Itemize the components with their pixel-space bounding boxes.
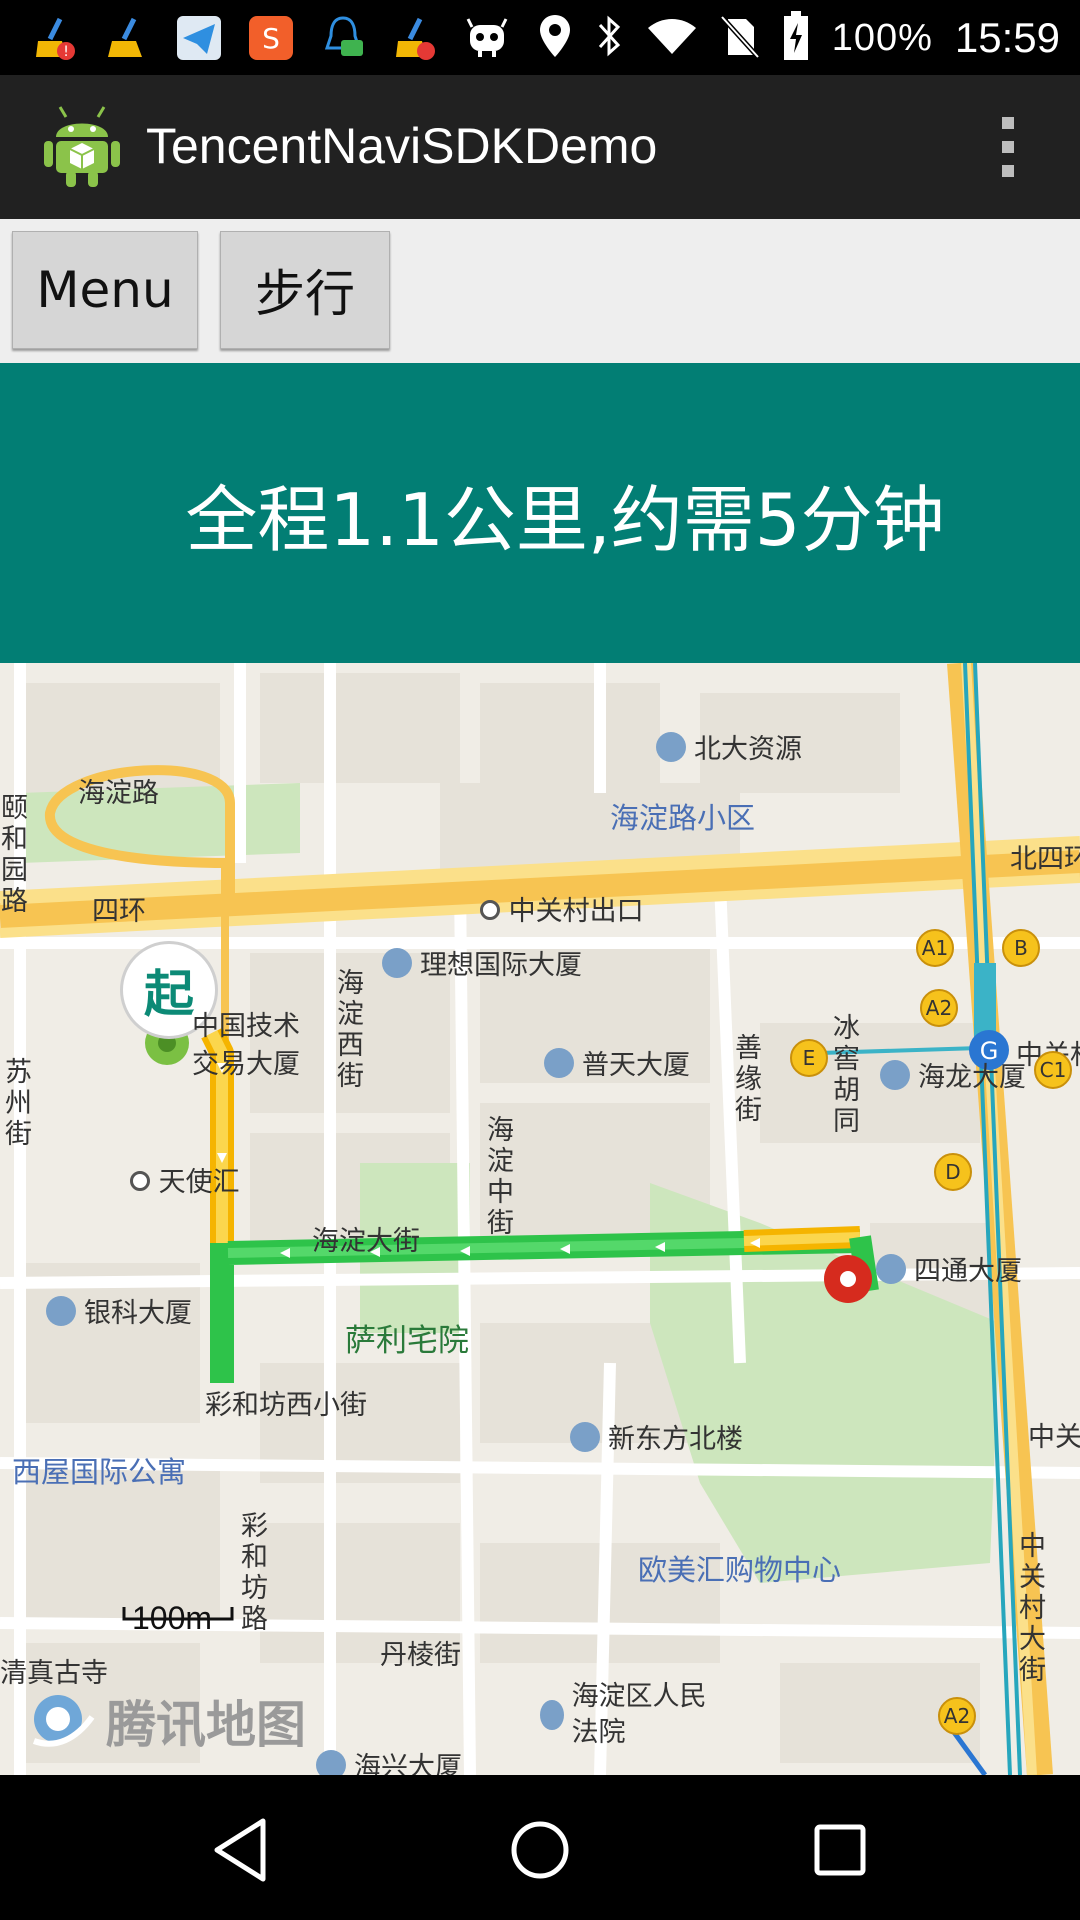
- road-label-shanyuan-st: 善缘街: [730, 1033, 761, 1126]
- metro-exit-a1[interactable]: A1: [916, 929, 954, 967]
- walk-mode-button[interactable]: 步行: [220, 231, 390, 349]
- road-label-binghu-hutong: 冰窖胡同: [828, 1013, 859, 1137]
- app-title: TencentNaviSDKDemo: [146, 118, 658, 174]
- location-icon: [538, 13, 572, 63]
- road-label-north-fourth-ring: 北四环: [1010, 844, 1080, 875]
- tencent-map-logo: 腾讯地图: [26, 1685, 306, 1757]
- metro-exit-d[interactable]: D: [934, 1153, 972, 1191]
- qq-notification-icon: [318, 13, 368, 63]
- route-summary-banner: 全程1.1公里,约需5分钟: [0, 363, 1080, 663]
- poi-hailong-tower[interactable]: 海龙大厦: [880, 1055, 1026, 1094]
- android-app-icon: [42, 99, 122, 189]
- cleaner-alert-icon: !: [30, 13, 80, 63]
- area-label-sali-park: 萨利宅院: [345, 1323, 469, 1359]
- scale-label: 100m: [132, 1600, 213, 1636]
- cleaner-alert-icon: [390, 13, 440, 63]
- road-label-haidian-middle-st: 海淀中街: [482, 1115, 513, 1239]
- poi-sitong-tower[interactable]: 四通大厦: [876, 1249, 1022, 1288]
- poi-haixing-tower[interactable]: 海兴大厦: [316, 1745, 462, 1775]
- place-label-zgc-exit: 中关村出口: [480, 889, 644, 928]
- status-bar: ! S 100% 15:59: [0, 0, 1080, 75]
- clock: 15:59: [954, 14, 1060, 61]
- svg-text:!: !: [63, 44, 69, 60]
- road-label-caihefang-west-lane: 彩和坊西小街: [205, 1390, 367, 1421]
- place-label-tianshihui: 天使汇: [130, 1160, 240, 1199]
- robot-icon: [462, 13, 512, 63]
- building-icon: [570, 1421, 600, 1452]
- battery-percent: 100%: [831, 16, 933, 59]
- svg-text:S: S: [262, 22, 280, 55]
- area-label-ouhui-mall: 欧美汇购物中心: [638, 1553, 842, 1587]
- tencent-map-logo-icon: [32, 1695, 95, 1747]
- no-sim-icon: [719, 13, 760, 63]
- system-navigation-bar: [0, 1775, 1080, 1920]
- building-icon: [880, 1059, 910, 1090]
- poi-xdf-tower[interactable]: 新东方北楼: [570, 1417, 743, 1456]
- court-icon: [540, 1700, 564, 1730]
- route-summary-text: 全程1.1公里,约需5分钟: [185, 477, 945, 562]
- building-icon: [46, 1295, 76, 1326]
- map-view[interactable]: G 起 海淀路 四环 北四环 中关村出口 海淀西街 海淀中街 海淀大街 善缘街 …: [0, 663, 1080, 1775]
- poi-lixiang-tower[interactable]: 理想国际大厦: [382, 943, 582, 982]
- bluetooth-icon: [594, 13, 624, 63]
- menu-button[interactable]: Menu: [12, 231, 198, 349]
- tencent-map-logo-text: 腾讯地图: [106, 1696, 306, 1754]
- back-icon[interactable]: [196, 1805, 286, 1895]
- poi-putian-tower[interactable]: 普天大厦: [544, 1043, 690, 1082]
- building-icon: [656, 731, 686, 762]
- road-label-haidian-st: 海淀大街: [312, 1226, 420, 1257]
- telegram-icon: [174, 13, 224, 63]
- building-icon: [544, 1047, 574, 1078]
- metro-exit-b[interactable]: B: [1002, 929, 1040, 967]
- button-bar: Menu 步行: [0, 219, 1080, 363]
- road-label-haidian-west-st: 海淀西街: [332, 968, 363, 1092]
- action-bar: TencentNaviSDKDemo: [0, 75, 1080, 219]
- poi-zgjs-tower[interactable]: 中国技术交易大厦: [192, 1008, 312, 1084]
- road-label-caihefang-road: 彩和坊路: [236, 1511, 267, 1635]
- metro-exit-e[interactable]: E: [790, 1039, 828, 1077]
- broom-icon: [102, 13, 152, 63]
- road-label-left-edge: 颐和园路: [0, 793, 27, 917]
- poi-pku-resource[interactable]: 北大资源: [656, 727, 802, 766]
- wifi-icon: [646, 16, 698, 60]
- road-label-danleng-st: 丹棱街: [380, 1640, 461, 1671]
- road-label-fourth-ring: 四环: [92, 896, 146, 927]
- building-icon: [382, 947, 412, 978]
- road-label-zgc-st: 中关村大街: [1014, 1531, 1045, 1686]
- recents-icon[interactable]: [795, 1805, 885, 1895]
- poi-yinke-tower[interactable]: 银科大厦: [46, 1291, 192, 1330]
- sogou-input-icon: S: [246, 13, 296, 63]
- overflow-menu-icon[interactable]: [996, 117, 1020, 177]
- poi-haidian-court[interactable]: 海淀区人民法院: [540, 1679, 720, 1751]
- metro-exit-c1[interactable]: C1: [1034, 1051, 1072, 1089]
- building-icon: [876, 1253, 906, 1284]
- road-label-haidian-road: 海淀路: [78, 778, 159, 809]
- home-icon[interactable]: [495, 1805, 585, 1895]
- area-label-haidian-road-community: 海淀路小区: [610, 801, 756, 835]
- road-label-suzhou-st: 苏州街: [0, 1057, 31, 1150]
- area-label-xiwu-apartment: 西屋国际公寓: [12, 1455, 187, 1489]
- metro-exit-a2[interactable]: A2: [920, 989, 958, 1027]
- metro-exit-a2-south[interactable]: A2: [938, 1697, 976, 1735]
- road-label-zgc-east: 中关: [1028, 1422, 1080, 1453]
- battery-charging-icon: [782, 11, 810, 65]
- building-icon: [316, 1749, 346, 1775]
